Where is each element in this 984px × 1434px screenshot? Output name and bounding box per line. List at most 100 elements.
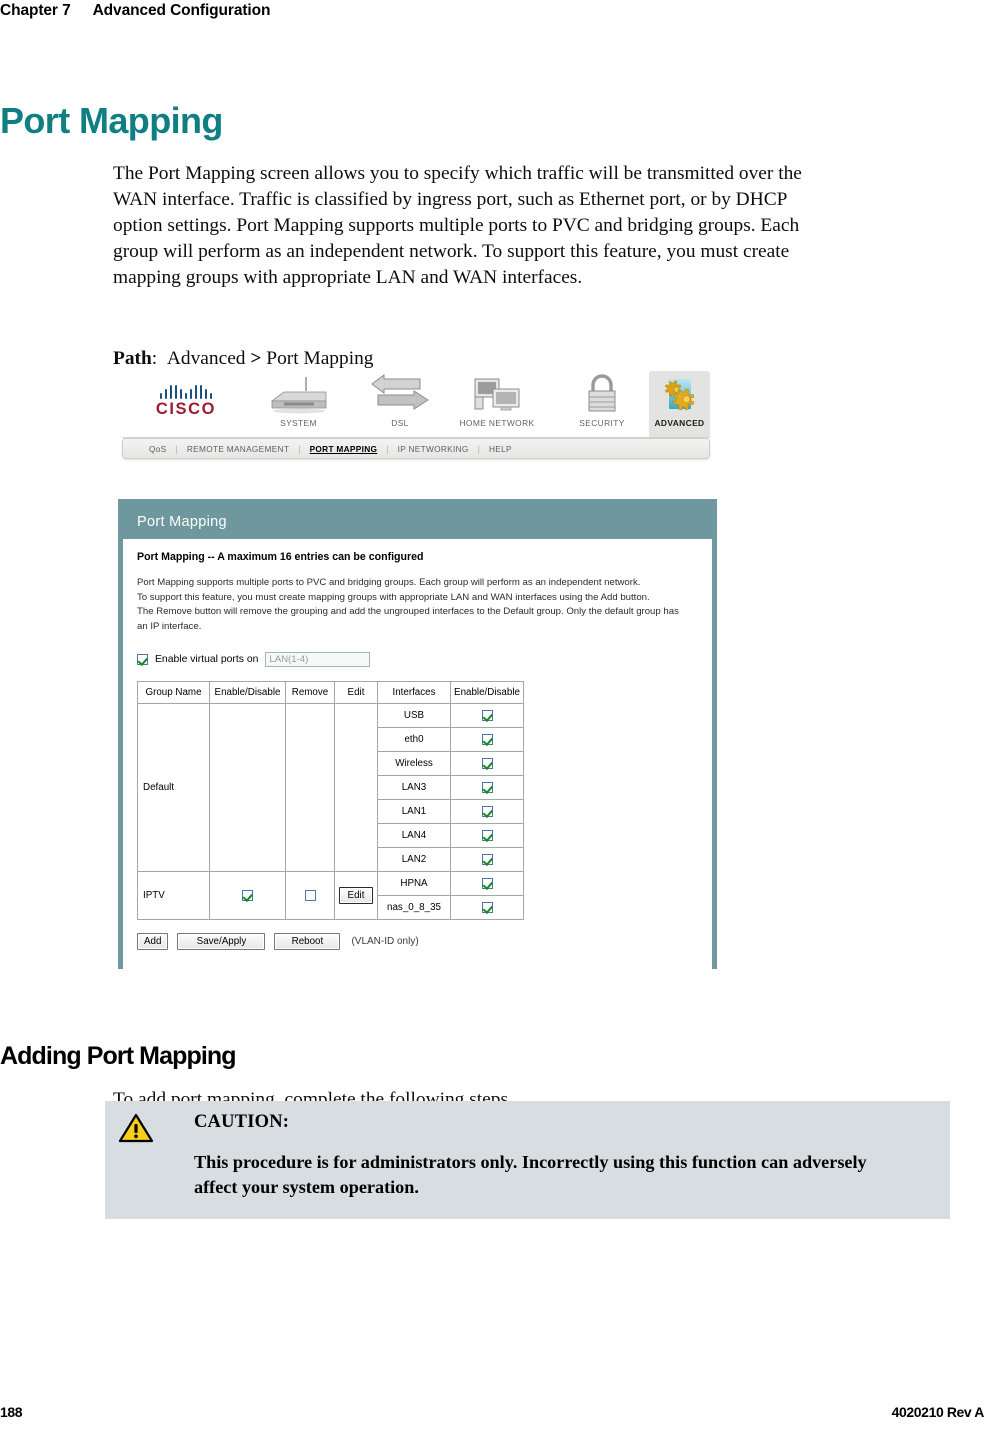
panel-description: Port Mapping supports multiple ports to … bbox=[137, 576, 712, 634]
router-icon bbox=[246, 371, 351, 415]
subnav-separator: | bbox=[386, 443, 389, 454]
interface-enable-cell bbox=[450, 895, 524, 921]
col-enable-disable-group: Enable/Disable bbox=[209, 681, 286, 705]
cisco-wordmark: CISCO bbox=[155, 400, 217, 418]
cisco-bars-icon bbox=[140, 383, 232, 399]
group-enable-iptv bbox=[209, 871, 286, 921]
table-header-row: Group Name Enable/Disable Remove Edit In… bbox=[137, 681, 524, 705]
nav-item-home-network[interactable]: HOME NETWORK bbox=[442, 371, 552, 437]
reboot-button[interactable]: Reboot bbox=[274, 933, 341, 951]
panel-subtitle: Port Mapping -- A maximum 16 entries can… bbox=[137, 551, 424, 563]
col-interfaces: Interfaces bbox=[377, 681, 451, 705]
col-group-name: Group Name bbox=[137, 681, 210, 705]
interface-enable-cell bbox=[450, 751, 524, 777]
chapter-title: Advanced Configuration bbox=[92, 2, 271, 19]
interface-name: HPNA bbox=[377, 871, 451, 897]
section-heading-adding-port-mapping: Adding Port Mapping bbox=[0, 1041, 237, 1070]
panel-button-row: Add Save/Apply Reboot (VLAN-ID only) bbox=[137, 933, 712, 951]
enable-virtual-ports-row: Enable virtual ports on LAN(1-4) bbox=[137, 652, 712, 668]
computers-icon bbox=[442, 371, 552, 415]
nav-item-dsl[interactable]: DSL bbox=[357, 371, 443, 437]
interface-enable-checkbox[interactable] bbox=[481, 854, 493, 866]
panel-description-line: Port Mapping supports multiple ports to … bbox=[137, 577, 641, 588]
subnav-item-qos[interactable]: QoS bbox=[149, 444, 167, 454]
subnav-item-ip-networking[interactable]: IP NETWORKING bbox=[398, 444, 469, 454]
nav-item-system[interactable]: SYSTEM bbox=[246, 371, 351, 437]
col-remove: Remove bbox=[285, 681, 335, 705]
interface-enable-cell bbox=[450, 727, 524, 753]
group-enable-checkbox[interactable] bbox=[242, 890, 253, 902]
caution-content: CAUTION: This procedure is for administr… bbox=[194, 1112, 914, 1200]
interface-enable-cell bbox=[450, 775, 524, 801]
interface-enable-cell bbox=[450, 871, 524, 897]
cisco-logo: CISCO bbox=[140, 383, 232, 419]
running-header: Chapter 7 Advanced Configuration bbox=[0, 2, 984, 20]
arrows-exchange-icon bbox=[357, 371, 443, 415]
nav-label-dsl: DSL bbox=[391, 418, 409, 428]
group-name-iptv: IPTV bbox=[137, 871, 210, 921]
interface-name: LAN3 bbox=[377, 775, 451, 801]
edit-button[interactable]: Edit bbox=[338, 887, 374, 905]
subnav-item-remote-management[interactable]: REMOTE MANAGEMENT bbox=[187, 444, 289, 454]
nav-label-security: SECURITY bbox=[579, 418, 625, 428]
footer-page-number: 188 bbox=[0, 1404, 23, 1420]
table-row: Default USB bbox=[137, 703, 524, 873]
interface-name: Wireless bbox=[377, 751, 451, 777]
subnav-separator: | bbox=[175, 443, 178, 454]
path-label: Path bbox=[113, 348, 152, 370]
interface-name: LAN4 bbox=[377, 823, 451, 849]
path-first-segment: Advanced bbox=[166, 348, 246, 370]
nav-label-advanced: ADVANCED bbox=[654, 418, 705, 428]
virtual-ports-input[interactable]: LAN(1-4) bbox=[265, 652, 371, 668]
nav-item-security[interactable]: SECURITY bbox=[556, 371, 648, 437]
chapter-number: Chapter 7 bbox=[0, 2, 71, 19]
port-mapping-panel-figure: Port Mapping Port Mapping -- A maximum 1… bbox=[118, 499, 717, 999]
panel-description-line: To support this feature, you must create… bbox=[137, 591, 650, 603]
path-line: Path: Advanced > Port Mapping bbox=[113, 346, 828, 372]
group-name-default: Default bbox=[137, 703, 210, 873]
enable-virtual-ports-label: Enable virtual ports on bbox=[155, 654, 259, 666]
interface-name: nas_0_8_35 bbox=[377, 895, 451, 921]
padlock-icon bbox=[556, 371, 648, 415]
interface-enable-cell bbox=[450, 823, 524, 849]
caution-title: CAUTION: bbox=[194, 1112, 290, 1132]
interface-enable-cell bbox=[450, 799, 524, 825]
subnav-item-port-mapping[interactable]: PORT MAPPING bbox=[310, 444, 378, 454]
interface-enable-checkbox[interactable] bbox=[481, 830, 493, 842]
interface-enable-cell bbox=[450, 703, 524, 729]
interface-enable-checkbox[interactable] bbox=[481, 782, 493, 794]
group-remove-checkbox[interactable] bbox=[304, 890, 316, 902]
table-row: IPTV Edit HPNA bbox=[137, 871, 524, 921]
interface-enable-checkbox[interactable] bbox=[481, 758, 493, 770]
intro-paragraph: The Port Mapping screen allows you to sp… bbox=[113, 163, 802, 289]
subnav-separator: | bbox=[477, 443, 481, 454]
interface-enable-checkbox[interactable] bbox=[481, 878, 493, 890]
vlan-id-note: (VLAN-ID only) bbox=[351, 936, 419, 948]
gears-icon bbox=[649, 371, 710, 415]
interface-name: eth0 bbox=[377, 727, 451, 753]
panel-description-line: an IP interface. bbox=[137, 620, 202, 632]
warning-triangle-icon bbox=[118, 1113, 154, 1143]
nav-item-advanced[interactable]: ADVANCED bbox=[649, 371, 710, 437]
panel-body: Port Mapping -- A maximum 16 entries can… bbox=[123, 539, 712, 999]
caution-box: CAUTION: This procedure is for administr… bbox=[105, 1101, 950, 1219]
interface-enable-checkbox[interactable] bbox=[481, 902, 493, 914]
interface-enable-checkbox[interactable] bbox=[481, 710, 493, 722]
add-button[interactable]: Add bbox=[137, 933, 169, 951]
interface-enable-checkbox[interactable] bbox=[481, 734, 493, 746]
interface-name: USB bbox=[377, 703, 451, 729]
panel-title: Port Mapping bbox=[123, 504, 712, 539]
enable-virtual-ports-checkbox[interactable] bbox=[137, 654, 148, 666]
group-remove-default bbox=[285, 703, 335, 873]
subnav-item-help[interactable]: HELP bbox=[489, 444, 512, 454]
col-edit: Edit bbox=[334, 681, 378, 705]
router-navigation-figure: CISCO SYSTEM DSL HOME NETWORK SECURITY A… bbox=[122, 371, 710, 459]
nav-label-home-network: HOME NETWORK bbox=[459, 418, 535, 428]
footer-document-id: 4020210 Rev A bbox=[891, 1404, 984, 1420]
save-apply-button[interactable]: Save/Apply bbox=[177, 933, 266, 951]
group-edit-iptv: Edit bbox=[334, 871, 378, 921]
group-enable-default bbox=[209, 703, 286, 873]
interface-enable-checkbox[interactable] bbox=[481, 806, 493, 818]
group-remove-iptv bbox=[285, 871, 335, 921]
primary-nav-bar: CISCO SYSTEM DSL HOME NETWORK SECURITY A… bbox=[122, 371, 710, 438]
